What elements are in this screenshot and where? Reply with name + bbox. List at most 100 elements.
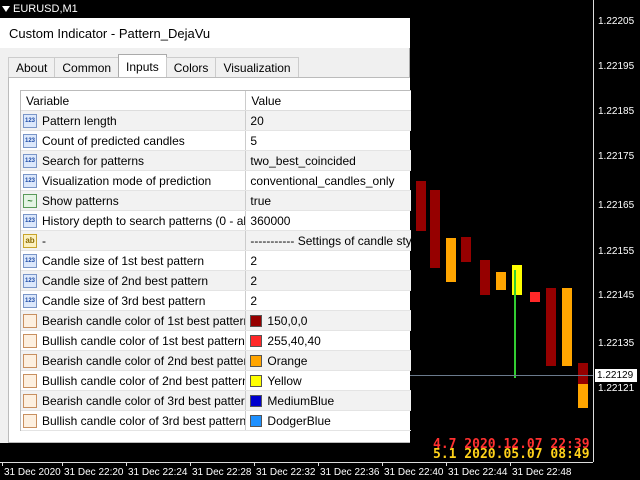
parameter-row[interactable]: Bearish candle color of 2nd best pattern… bbox=[21, 351, 411, 371]
time-tick-label: 31 Dec 22:44 bbox=[448, 467, 508, 478]
parameter-value-cell[interactable]: two_best_coincided bbox=[246, 151, 411, 170]
time-tick-mark bbox=[254, 462, 255, 466]
column-header-value[interactable]: Value bbox=[246, 91, 411, 110]
parameter-row[interactable]: ab------------ Settings of candle styles… bbox=[21, 231, 411, 251]
parameter-value-cell[interactable]: Yellow bbox=[246, 371, 411, 390]
parameter-row[interactable]: 123 Candle size of 2nd best pattern 2 bbox=[21, 271, 411, 291]
parameter-value: MediumBlue bbox=[267, 393, 335, 408]
tab-inputs[interactable]: Inputs bbox=[118, 54, 167, 77]
time-tick-label: 31 Dec 22:48 bbox=[512, 467, 572, 478]
parameter-value: 20 bbox=[250, 113, 264, 128]
parameter-value-cell[interactable]: true bbox=[246, 191, 411, 210]
parameter-value-cell[interactable]: 2 bbox=[246, 251, 411, 270]
pattern-candle bbox=[578, 363, 588, 384]
parameter-value-cell[interactable]: 255,40,40 bbox=[246, 331, 411, 350]
parameter-name-cell: 123 Count of predicted candles bbox=[21, 131, 247, 150]
column-header-variable[interactable]: Variable bbox=[21, 91, 247, 110]
parameter-value: two_best_coincided bbox=[250, 153, 356, 168]
parameter-value-cell[interactable]: Orange bbox=[246, 351, 411, 370]
parameter-row[interactable]: 123 History depth to search patterns (0 -… bbox=[21, 211, 411, 231]
parameter-row[interactable]: 123 Search for patterns two_best_coincided bbox=[21, 151, 411, 171]
parameter-name-cell: Bearish candle color of 2nd best pattern bbox=[21, 351, 247, 370]
parameter-row[interactable]: ~ Show patterns true bbox=[21, 191, 411, 211]
boolean-icon: ~ bbox=[23, 193, 37, 208]
parameter-row[interactable]: 123 Candle size of 1st best pattern 2 bbox=[21, 251, 411, 271]
parameter-row[interactable]: Bearish candle color of 3rd best pattern… bbox=[21, 391, 411, 411]
time-tick-mark bbox=[510, 462, 511, 466]
time-tick-label: 31 Dec 22:32 bbox=[256, 467, 316, 478]
time-tick-label: 31 Dec 22:36 bbox=[320, 467, 380, 478]
time-tick-mark bbox=[382, 462, 383, 466]
parameter-name-cell: 123 Candle size of 2nd best pattern bbox=[21, 271, 247, 290]
parameter-name-cell: Bearish candle color of 3rd best pattern bbox=[21, 391, 247, 410]
color-swatch[interactable] bbox=[250, 394, 263, 407]
parameter-value-cell[interactable]: 20 bbox=[246, 111, 411, 130]
parameter-value: DodgerBlue bbox=[267, 413, 331, 428]
price-tick-label: 1.22135 bbox=[598, 338, 635, 349]
parameter-value: 2 bbox=[250, 273, 258, 288]
parameter-name: Bullish candle color of 2nd best pattern bbox=[42, 373, 247, 388]
time-tick-label: 31 Dec 22:20 bbox=[64, 467, 124, 478]
numeric-icon: 123 bbox=[23, 113, 37, 128]
price-tick-label: 1.22145 bbox=[598, 290, 635, 301]
numeric-icon: 123 bbox=[23, 213, 37, 228]
parameter-name-cell: 123 Candle size of 3rd best pattern bbox=[21, 291, 247, 310]
color-swatch[interactable] bbox=[250, 374, 263, 387]
parameter-value-cell[interactable]: 360000 bbox=[246, 211, 411, 230]
parameter-name-cell: Bullish candle color of 1st best pattern bbox=[21, 331, 247, 350]
time-tick-mark bbox=[318, 462, 319, 466]
parameter-row[interactable]: 123 Pattern length 20 bbox=[21, 111, 411, 131]
tab-about[interactable]: About bbox=[8, 57, 56, 77]
parameter-value-cell[interactable]: 5 bbox=[246, 131, 411, 150]
parameter-name: Visualization mode of prediction bbox=[42, 173, 212, 188]
parameter-row[interactable]: Bullish candle color of 1st best pattern… bbox=[21, 331, 411, 351]
parameter-value-cell[interactable]: 2 bbox=[246, 291, 411, 310]
indicator-dialog: Custom Indicator - Pattern_DejaVu About C… bbox=[0, 18, 411, 443]
parameter-name: History depth to search patterns (0 - al… bbox=[42, 213, 247, 228]
parameter-value-cell[interactable]: DodgerBlue bbox=[246, 411, 411, 430]
numeric-icon: 123 bbox=[23, 153, 37, 168]
parameter-row[interactable]: Bullish candle color of 2nd best pattern… bbox=[21, 371, 411, 391]
color-swatch[interactable] bbox=[250, 334, 263, 347]
parameter-row[interactable]: 123 Candle size of 3rd best pattern 2 bbox=[21, 291, 411, 311]
price-tick-label: 1.22121 bbox=[598, 383, 635, 394]
color-swatch[interactable] bbox=[250, 314, 263, 327]
parameter-value: ----------- Settings of candle styles --… bbox=[250, 233, 411, 248]
numeric-icon: 123 bbox=[23, 293, 37, 308]
parameter-value-cell[interactable]: ----------- Settings of candle styles --… bbox=[246, 231, 411, 250]
color-swatch[interactable] bbox=[250, 414, 263, 427]
parameter-row[interactable]: 123 Count of predicted candles 5 bbox=[21, 131, 411, 151]
time-tick-mark bbox=[2, 462, 3, 466]
parameter-value: 360000 bbox=[250, 213, 291, 228]
color-icon bbox=[23, 353, 37, 368]
current-price-label: 1.22129 bbox=[595, 369, 637, 382]
tab-common[interactable]: Common bbox=[54, 57, 120, 77]
color-icon bbox=[23, 373, 37, 388]
parameter-name-cell: 123 Pattern length bbox=[21, 111, 247, 130]
parameter-value-cell[interactable]: 150,0,0 bbox=[246, 311, 411, 330]
parameter-name: Count of predicted candles bbox=[42, 133, 185, 148]
parameter-value: 2 bbox=[250, 253, 258, 268]
tab-visualization[interactable]: Visualization bbox=[215, 57, 299, 77]
parameter-value-cell[interactable]: MediumBlue bbox=[246, 391, 411, 410]
parameter-value: 5 bbox=[250, 133, 258, 148]
color-icon bbox=[23, 393, 37, 408]
parameter-name-cell: Bearish candle color of 1st best pattern bbox=[21, 311, 247, 330]
tab-colors[interactable]: Colors bbox=[165, 57, 217, 77]
time-axis[interactable]: 31 Dec 2020 31 Dec 22:20 31 Dec 22:24 31 De… bbox=[0, 462, 593, 480]
prediction-line-2: 5.1 2020.05.07 08:49 bbox=[433, 447, 590, 462]
dialog-title: Custom Indicator - Pattern_DejaVu bbox=[0, 18, 410, 48]
price-tick-label: 1.22205 bbox=[598, 16, 635, 27]
pattern-candle bbox=[512, 265, 522, 295]
parameter-row[interactable]: Bearish candle color of 1st best pattern… bbox=[21, 311, 411, 331]
inputs-panel: Variable Value 123 Pattern length 20 123 Cou… bbox=[8, 77, 411, 443]
parameter-value-cell[interactable]: 2 bbox=[246, 271, 411, 290]
parameter-value-cell[interactable]: conventional_candles_only bbox=[246, 171, 411, 190]
parameter-row[interactable]: 123 Visualization mode of prediction conve… bbox=[21, 171, 411, 191]
parameter-row[interactable]: Bullish candle color of 3rd best pattern… bbox=[21, 411, 411, 431]
price-tick-label: 1.22175 bbox=[598, 151, 635, 162]
numeric-icon: 123 bbox=[23, 253, 37, 268]
parameter-value: 2 bbox=[250, 293, 258, 308]
color-swatch[interactable] bbox=[250, 354, 263, 367]
price-axis[interactable]: 1.22205 1.22195 1.22185 1.22175 1.22165 1.221… bbox=[593, 0, 640, 462]
